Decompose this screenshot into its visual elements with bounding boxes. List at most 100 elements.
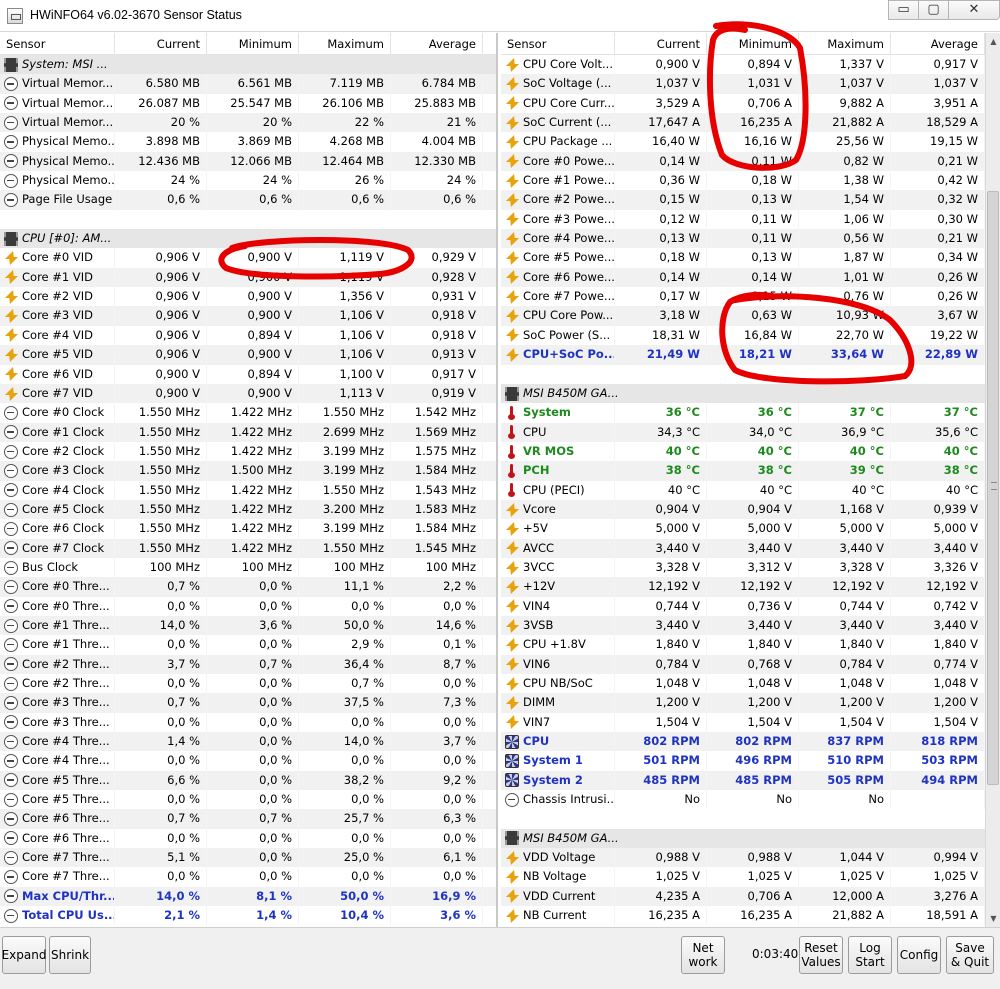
sensor-row[interactable]: Max CPU/Thr... 14,0 % 8,1 % 50,0 % 16,9 % <box>0 886 496 907</box>
sensor-group-row[interactable]: CPU [#0]: AM... <box>0 229 496 249</box>
sensor-row[interactable]: SoC Power (S... 18,31 W 16,84 W 22,70 W 19,2… <box>501 325 985 346</box>
sensor-row[interactable]: Core #7 Clock 1.550 MHz 1.422 MHz 1.550 MHz… <box>0 538 496 558</box>
right-sensor-table[interactable]: Sensor Current Minimum Maximum Average C… <box>501 33 985 927</box>
save-quit-button[interactable]: Save & Quit <box>946 936 994 974</box>
sensor-row[interactable]: CPU NB/SoC 1,048 V 1,048 V 1,048 V 1,048 V <box>501 674 985 694</box>
shrink-button[interactable]: Shrink <box>49 936 91 974</box>
sensor-row[interactable]: Core #4 Powe... 0,13 W 0,11 W 0,56 W 0,21 W <box>501 229 985 249</box>
sensor-row[interactable]: Core #0 Thre... 0,7 % 0,0 % 11,1 % 2,2 % <box>0 577 496 597</box>
sensor-row[interactable]: Physical Memo... 24 % 24 % 26 % 24 % <box>0 171 496 191</box>
sensor-row[interactable]: CPU+SoC Po... 21,49 W 18,21 W 33,64 W 22,89 … <box>501 345 985 365</box>
sensor-row[interactable]: Core #7 Powe... 0,17 W 0,15 W 0,76 W 0,26 W <box>501 287 985 307</box>
header-average[interactable]: Average <box>891 33 985 54</box>
sensor-row[interactable]: Core #6 Thre... 0,7 % 0,7 % 25,7 % 6,3 % <box>0 809 496 829</box>
sensor-row[interactable]: Core #6 Powe... 0,14 W 0,14 W 1,01 W 0,26 W <box>501 267 985 288</box>
sensor-row[interactable]: System 2 485 RPM 485 RPM 505 RPM 494 RPM <box>501 770 985 791</box>
expand-button[interactable]: Expand <box>2 936 46 974</box>
minimize-button[interactable]: ▭ <box>888 0 918 20</box>
sensor-row[interactable]: VR MOS 40 °C 40 °C 40 °C 40 °C <box>501 441 985 462</box>
sensor-row[interactable]: Total CPU Us... 2,1 % 1,4 % 10,4 % 3,6 % <box>0 906 496 926</box>
sensor-row[interactable]: Core #5 VID 0,906 V 0,900 V 1,106 V 0,913 V <box>0 345 496 365</box>
header-sensor[interactable]: Sensor <box>501 33 615 54</box>
header-average[interactable]: Average <box>391 33 483 54</box>
sensor-group-row[interactable]: System: MSI ... <box>0 55 496 75</box>
sensor-row[interactable]: Core #2 Clock 1.550 MHz 1.422 MHz 3.199 MHz… <box>0 441 496 462</box>
sensor-row[interactable]: Core #1 VID 0,906 V 0,900 V 1,119 V 0,928 V <box>0 267 496 288</box>
sensor-row[interactable]: Core #4 Thre... 1,4 % 0,0 % 14,0 % 3,7 % <box>0 732 496 752</box>
sensor-row[interactable]: Virtual Memor... 6.580 MB 6.561 MB 7.119 MB… <box>0 74 496 94</box>
sensor-row[interactable]: Core #7 Thre... 5,1 % 0,0 % 25,0 % 6,1 % <box>0 848 496 868</box>
sensor-row[interactable]: NB Current 16,235 A 16,235 A 21,882 A 18,591… <box>501 906 985 926</box>
sensor-row[interactable]: Core #3 Thre... 0,7 % 0,0 % 37,5 % 7,3 % <box>0 693 496 713</box>
header-current[interactable]: Current <box>615 33 707 54</box>
sensor-row[interactable]: AVCC 3,440 V 3,440 V 3,440 V 3,440 V <box>501 538 985 558</box>
sensor-row[interactable]: Physical Memo... 3.898 MB 3.869 MB 4.268 MB… <box>0 132 496 152</box>
sensor-row[interactable]: CPU Package ... 16,40 W 16,16 W 25,56 W 19,1… <box>501 132 985 152</box>
sensor-row[interactable]: CPU 34,3 °C 34,0 °C 36,9 °C 35,6 °C <box>501 422 985 442</box>
sensor-row[interactable]: Bus Clock 100 MHz 100 MHz 100 MHz 100 MHz <box>0 557 496 578</box>
sensor-row[interactable]: Core #6 Clock 1.550 MHz 1.422 MHz 3.199 MHz… <box>0 519 496 539</box>
sensor-row[interactable]: Core #1 Thre... 0,0 % 0,0 % 2,9 % 0,1 % <box>0 635 496 655</box>
sensor-group-row[interactable]: MSI B450M GA... <box>501 383 985 404</box>
sensor-row[interactable]: DIMM 1,200 V 1,200 V 1,200 V 1,200 V <box>501 693 985 713</box>
sensor-row[interactable]: Physical Memo... 12.436 MB 12.066 MB 12.464… <box>0 151 496 172</box>
close-button[interactable]: ✕ <box>948 0 1000 20</box>
sensor-row[interactable]: CPU 802 RPM 802 RPM 837 RPM 818 RPM <box>501 732 985 752</box>
sensor-row[interactable]: CPU Core Curr... 3,529 A 0,706 A 9,882 A 3,9… <box>501 93 985 114</box>
sensor-row[interactable]: Chassis Intrusi... No No No <box>501 790 985 810</box>
sensor-row[interactable]: Core #0 Clock 1.550 MHz 1.422 MHz 1.550 MHz… <box>0 403 496 423</box>
config-button[interactable]: Config <box>897 936 941 974</box>
sensor-row[interactable]: CPU +1.8V 1,840 V 1,840 V 1,840 V 1,840 V <box>501 635 985 655</box>
sensor-row[interactable]: Core #6 VID 0,900 V 0,894 V 1,100 V 0,917 V <box>0 364 496 384</box>
sensor-row[interactable]: CPU Core Volt... 0,900 V 0,894 V 1,337 V 0,9… <box>501 55 985 75</box>
sensor-group-row[interactable]: MSI B450M GA... <box>501 828 985 849</box>
sensor-row[interactable]: SoC Voltage (... 1,037 V 1,031 V 1,037 V 1,0… <box>501 74 985 94</box>
sensor-row[interactable]: Core #5 Powe... 0,18 W 0,13 W 1,87 W 0,34 W <box>501 248 985 268</box>
sensor-row[interactable]: Core #2 Powe... 0,15 W 0,13 W 1,54 W 0,32 W <box>501 190 985 210</box>
reset-values-button[interactable]: Reset Values <box>799 936 843 974</box>
scroll-down-icon[interactable]: ▼ <box>986 910 1000 927</box>
header-current[interactable]: Current <box>115 33 207 54</box>
sensor-row[interactable]: Core #0 Thre... 0,0 % 0,0 % 0,0 % 0,0 % <box>0 596 496 616</box>
sensor-row[interactable]: Core #5 Thre... 6,6 % 0,0 % 38,2 % 9,2 % <box>0 770 496 791</box>
sensor-row[interactable]: Core #7 VID 0,900 V 0,900 V 1,113 V 0,919 V <box>0 383 496 404</box>
sensor-row[interactable]: Core #3 VID 0,906 V 0,900 V 1,106 V 0,918 V <box>0 306 496 326</box>
sensor-row[interactable]: 3VSB 3,440 V 3,440 V 3,440 V 3,440 V <box>501 615 985 636</box>
sensor-row[interactable]: Core #2 Thre... 3,7 % 0,7 % 36,4 % 8,7 % <box>0 654 496 674</box>
sensor-row[interactable]: Core #4 Thre... 0,0 % 0,0 % 0,0 % 0,0 % <box>0 751 496 771</box>
sensor-row[interactable]: Core #5 Clock 1.550 MHz 1.422 MHz 3.200 MHz… <box>0 499 496 520</box>
sensor-row[interactable]: Core #5 Thre... 0,0 % 0,0 % 0,0 % 0,0 % <box>0 790 496 810</box>
sensor-row[interactable]: Page File Usage 0,6 % 0,6 % 0,6 % 0,6 % <box>0 190 496 210</box>
sensor-row[interactable]: Core #2 Thre... 0,0 % 0,0 % 0,7 % 0,0 % <box>0 674 496 694</box>
sensor-row[interactable]: VDD Voltage 0,988 V 0,988 V 1,044 V 0,994 V <box>501 848 985 868</box>
sensor-row[interactable]: Vcore 0,904 V 0,904 V 1,168 V 0,939 V <box>501 499 985 520</box>
sensor-row[interactable]: 3VCC 3,328 V 3,312 V 3,328 V 3,326 V <box>501 557 985 578</box>
sensor-row[interactable]: Core #3 Clock 1.550 MHz 1.500 MHz 3.199 MHz… <box>0 461 496 481</box>
header-minimum[interactable]: Minimum <box>207 33 299 54</box>
sensor-row[interactable]: CPU (PECI) 40 °C 40 °C 40 °C 40 °C <box>501 480 985 500</box>
sensor-row[interactable]: VDD Current 4,235 A 0,706 A 12,000 A 3,276 A <box>501 886 985 907</box>
scroll-up-icon[interactable]: ▲ <box>986 33 1000 50</box>
sensor-row[interactable]: CPU Core Pow... 3,18 W 0,63 W 10,93 W 3,67 W <box>501 306 985 326</box>
sensor-row[interactable]: Core #1 Thre... 14,0 % 3,6 % 50,0 % 14,6 % <box>0 615 496 636</box>
header-minimum[interactable]: Minimum <box>707 33 799 54</box>
log-start-button[interactable]: Log Start <box>848 936 892 974</box>
maximize-button[interactable]: ▢ <box>918 0 948 20</box>
sensor-row[interactable]: System 1 501 RPM 496 RPM 510 RPM 503 RPM <box>501 751 985 771</box>
vertical-scrollbar[interactable]: ▲ ▼ <box>985 33 1000 927</box>
sensor-row[interactable]: PCH 38 °C 38 °C 39 °C 38 °C <box>501 461 985 481</box>
sensor-row[interactable]: Virtual Memor... 20 % 20 % 22 % 21 % <box>0 113 496 133</box>
sensor-row[interactable]: Core #4 Clock 1.550 MHz 1.422 MHz 1.550 MHz… <box>0 480 496 500</box>
sensor-row[interactable]: Core #1 Clock 1.550 MHz 1.422 MHz 2.699 MHz… <box>0 422 496 442</box>
sensor-row[interactable]: NB Voltage 1,025 V 1,025 V 1,025 V 1,025 V <box>501 867 985 887</box>
header-maximum[interactable]: Maximum <box>799 33 891 54</box>
scrollbar-thumb[interactable] <box>987 191 999 785</box>
sensor-row[interactable]: Core #1 Powe... 0,36 W 0,18 W 1,38 W 0,42 W <box>501 171 985 191</box>
sensor-row[interactable]: VIN4 0,744 V 0,736 V 0,744 V 0,742 V <box>501 596 985 616</box>
header-maximum[interactable]: Maximum <box>299 33 391 54</box>
sensor-row[interactable]: VIN7 1,504 V 1,504 V 1,504 V 1,504 V <box>501 712 985 733</box>
sensor-row[interactable]: SoC Current (... 17,647 A 16,235 A 21,882 A… <box>501 113 985 133</box>
sensor-row[interactable]: Core #0 Powe... 0,14 W 0,11 W 0,82 W 0,21 W <box>501 151 985 172</box>
sensor-row[interactable]: System 36 °C 36 °C 37 °C 37 °C <box>501 403 985 423</box>
sensor-row[interactable]: Core #4 VID 0,906 V 0,894 V 1,106 V 0,918 V <box>0 325 496 346</box>
